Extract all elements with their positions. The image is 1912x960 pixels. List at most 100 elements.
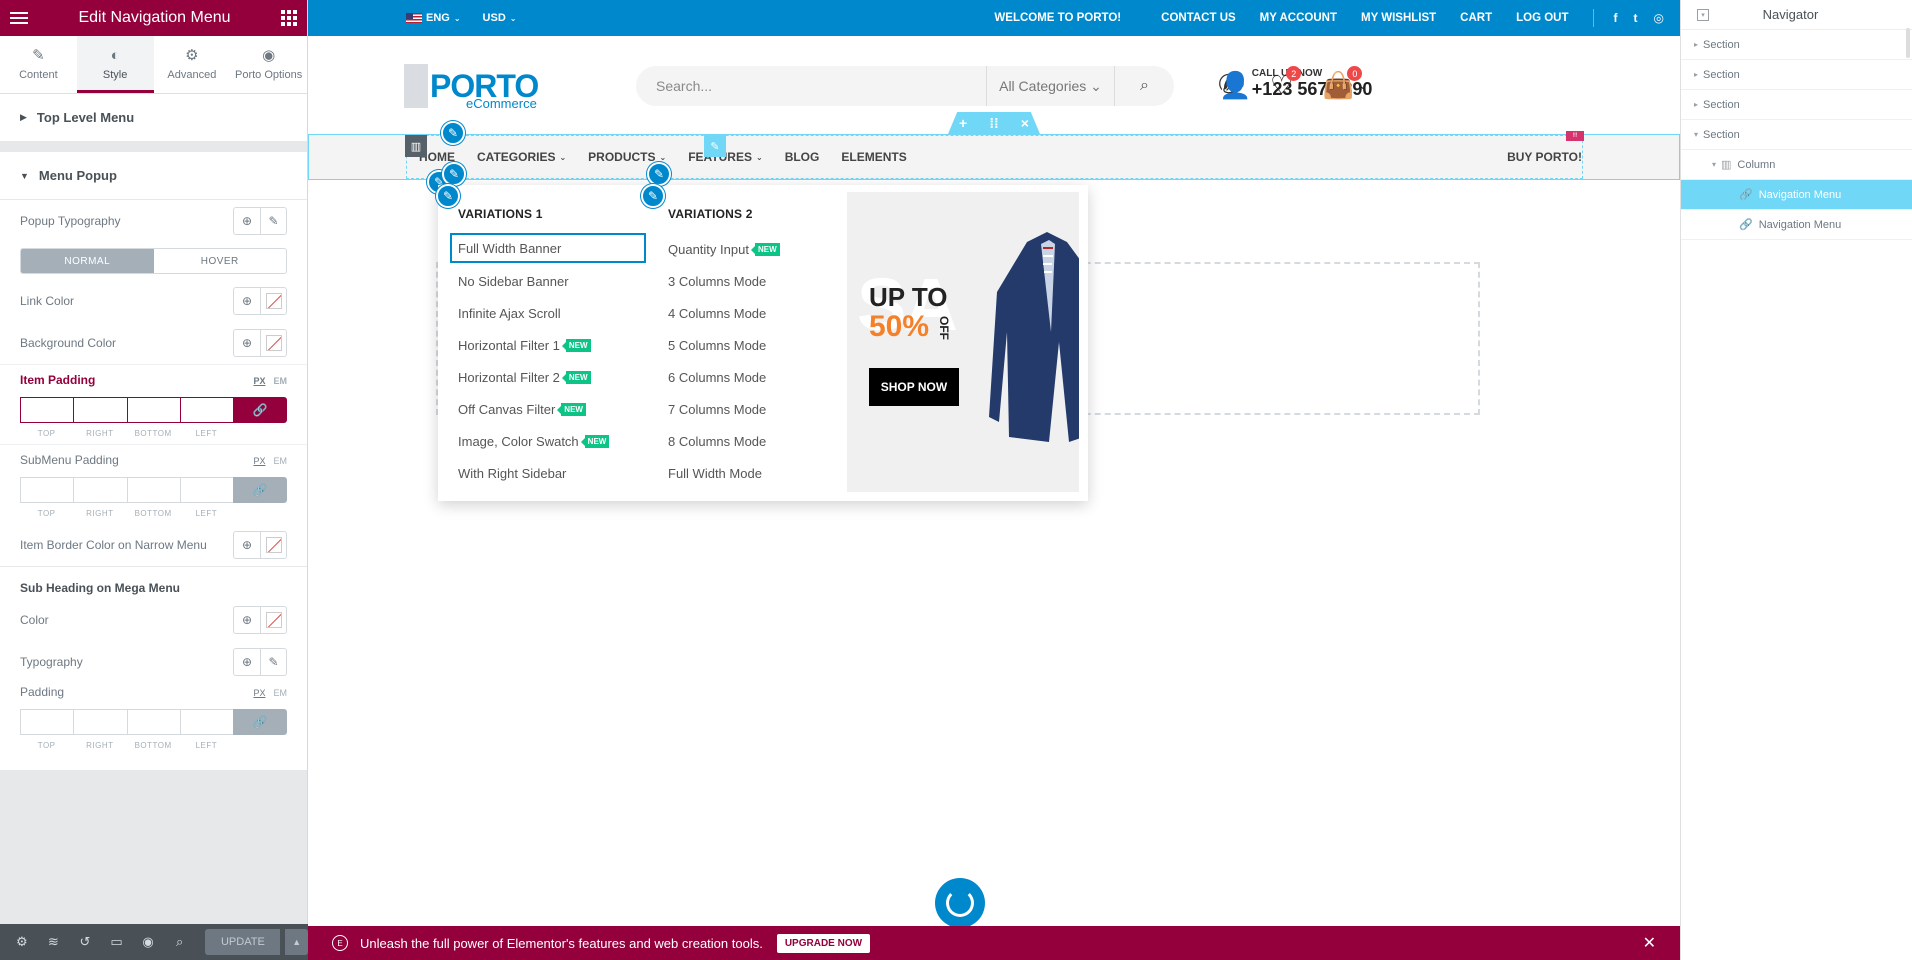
edit-column-icon[interactable]: ▥ [405,135,427,157]
delete-section-icon[interactable]: × [1021,115,1029,131]
twitter-icon[interactable]: t [1634,11,1638,25]
nav-buy-porto[interactable]: BUY PORTO! [1507,150,1582,164]
currency-dropdown[interactable]: USD ⌄ [483,12,517,24]
navigator-row-column[interactable]: ▾ ▥ Column [1681,150,1912,180]
navigator-row-section[interactable]: ▾ Section [1681,120,1912,150]
unit-em[interactable]: EM [274,376,288,386]
caret-right-icon[interactable]: ▸ [1689,70,1703,79]
caret-down-icon[interactable]: ▾ [1707,160,1721,169]
mega-col2-item[interactable]: 8 Columns Mode [668,425,780,457]
padding-bottom-input[interactable] [126,709,180,735]
pencil-edit-icon[interactable]: ✎ [260,649,286,675]
mega-col1-item[interactable]: No Sidebar Banner [458,265,646,297]
add-section-icon[interactable]: + [959,115,967,131]
log-out-link[interactable]: LOG OUT [1516,12,1568,24]
facebook-icon[interactable]: f [1614,11,1618,25]
tab-content[interactable]: ✎ Content [0,36,77,93]
color-picker[interactable] [260,288,286,314]
cart-link[interactable]: CART [1460,12,1492,24]
navigator-row-navigation-menu[interactable]: 🔗 Navigation Menu [1681,210,1912,240]
state-normal-tab[interactable]: NORMAL [21,249,154,273]
tab-porto-options[interactable]: ◉ Porto Options [230,36,307,93]
edit-pencil-icon[interactable]: ✎ [441,121,465,145]
user-account-icon[interactable]: 👤 [1219,70,1251,101]
globe-icon[interactable]: ⊕ [234,532,260,558]
shop-now-button[interactable]: SHOP NOW [869,368,959,406]
mega-col2-item[interactable]: 3 Columns Mode [668,265,780,297]
edit-pencil-icon[interactable]: ✎ [647,162,671,186]
mega-col1-item[interactable]: Off Canvas Filter NEW [458,393,646,425]
porto-logo[interactable]: PORTO eCommerce [404,64,539,111]
settings-gear-icon[interactable]: ⚙ [8,928,36,956]
search-icon[interactable]: ⌕ [1114,66,1174,106]
edit-pencil-icon[interactable]: ✎ [641,184,665,208]
wishlist-heart-icon[interactable]: ♡ 2 [1270,66,1302,101]
unit-em[interactable]: EM [274,688,288,698]
widgets-grid-icon[interactable] [281,10,297,26]
language-dropdown[interactable]: ENG ⌄ [406,12,461,24]
collapse-all-icon[interactable]: ▾ [1697,8,1709,21]
padding-top-input[interactable] [20,477,74,503]
nav-blog[interactable]: BLOG [785,150,820,164]
unit-px[interactable]: PX [253,688,265,698]
color-picker[interactable] [260,607,286,633]
navigator-row-section[interactable]: ▸ Section [1681,60,1912,90]
padding-top-input[interactable] [20,709,74,735]
edit-widget-pencil-icon[interactable]: ✎ [704,135,726,157]
my-wishlist-link[interactable]: MY WISHLIST [1361,12,1436,24]
tab-advanced[interactable]: ⚙ Advanced [154,36,231,93]
history-icon[interactable]: ↺ [71,928,99,956]
navigator-scrollbar[interactable] [1906,28,1910,58]
instagram-icon[interactable]: ◎ [1654,11,1664,25]
hamburger-menu-icon[interactable] [10,9,28,27]
navigator-row-section[interactable]: ▸ Section [1681,90,1912,120]
mega-col1-item[interactable]: Horizontal Filter 2 NEW [458,361,646,393]
padding-bottom-input[interactable] [126,397,180,423]
padding-top-input[interactable] [20,397,74,423]
mega-col1-item[interactable]: Full Width Banner [450,233,646,263]
link-values-icon[interactable]: 🔗 [233,477,287,503]
edit-pencil-icon[interactable]: ✎ [436,184,460,208]
responsive-icon[interactable]: ▭ [103,928,131,956]
state-hover-tab[interactable]: HOVER [154,249,287,273]
close-icon[interactable]: ✕ [1643,933,1656,953]
mega-col1-item[interactable]: With Right Sidebar [458,457,646,489]
color-picker[interactable] [260,330,286,356]
chevron-down-icon[interactable]: ⌄ [1358,78,1368,92]
mega-col2-item[interactable]: 5 Columns Mode [668,329,780,361]
cart-bag-icon[interactable]: 👜 0 [1322,66,1363,101]
layers-icon[interactable]: ≋ [40,928,68,956]
update-options-caret-icon[interactable]: ▲ [284,929,308,955]
globe-icon[interactable]: ⊕ [234,649,260,675]
section-menu-popup[interactable]: ▼ Menu Popup [0,152,307,200]
mega-col1-item[interactable]: Image, Color Swatch NEW [458,425,646,457]
mega-col2-item[interactable]: 7 Columns Mode [668,393,780,425]
mega-col1-item[interactable]: Horizontal Filter 1 NEW [458,329,646,361]
navigator-row-navigation-menu[interactable]: 🔗 Navigation Menu [1681,180,1912,210]
section-top-level-menu[interactable]: ▶ Top Level Menu [0,94,307,142]
mega-col2-item[interactable]: 4 Columns Mode [668,297,780,329]
globe-icon[interactable]: ⊕ [234,607,260,633]
mega-col1-item[interactable]: Infinite Ajax Scroll [458,297,646,329]
my-account-link[interactable]: MY ACCOUNT [1260,12,1337,24]
padding-left-input[interactable] [179,477,233,503]
unit-em[interactable]: EM [274,456,288,466]
globe-icon[interactable]: ⊕ [234,288,260,314]
search-icon[interactable]: ⌕ [166,928,194,956]
padding-bottom-input[interactable] [126,477,180,503]
caret-down-icon[interactable]: ▾ [1689,130,1703,139]
nav-categories[interactable]: CATEGORIES ⌄ [477,150,566,164]
search-input[interactable]: Search... [636,78,986,94]
category-select[interactable]: All Categories ⌄ [986,66,1114,106]
pencil-edit-icon[interactable]: ✎ [260,208,286,234]
globe-icon[interactable]: ⊕ [234,330,260,356]
eye-icon[interactable]: ◉ [134,928,162,956]
caret-right-icon[interactable]: ▸ [1689,100,1703,109]
mega-col2-item[interactable]: Full Width Mode [668,457,780,489]
contact-us-link[interactable]: CONTACT US [1161,12,1236,24]
drag-handle-icon[interactable]: ⁞⁞ [989,115,998,131]
caret-right-icon[interactable]: ▸ [1689,40,1703,49]
navigator-row-section[interactable]: ▸ Section [1681,30,1912,60]
update-button[interactable]: UPDATE [205,929,281,955]
navigation-menu-widget[interactable]: HOME CATEGORIES ⌄ PRODUCTS ⌄ FEATURES ⌄ BLO… [406,135,1583,179]
